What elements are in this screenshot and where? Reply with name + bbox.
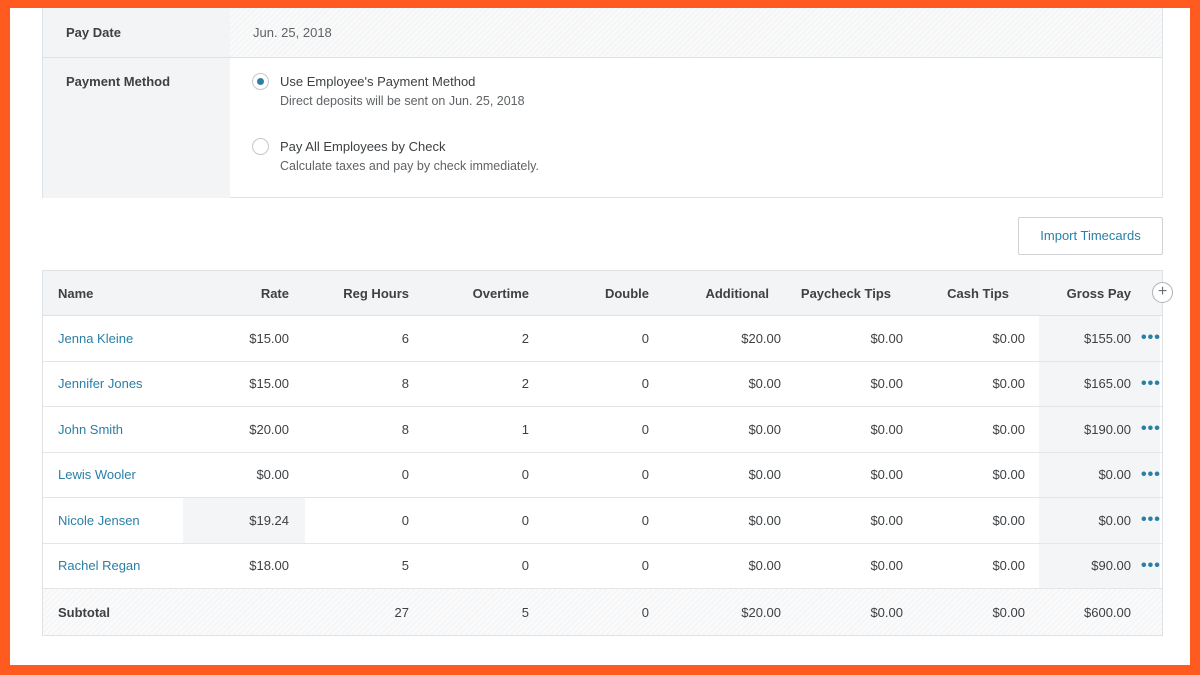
paycheck-tips-cell[interactable]: $0.00 (783, 453, 903, 498)
subtotal-gross-pay-cell: $600.00 (1084, 604, 1131, 620)
employee-name-link[interactable]: Jennifer Jones (58, 362, 208, 407)
import-timecards-button[interactable]: Import Timecards (1018, 217, 1163, 255)
option-title: Use Employee's Payment Method (280, 74, 476, 89)
subtotal-overtime-cell: 5 (521, 604, 529, 620)
subtotal-row: Subtotal 27 5 0 $20.00 $0.00 $0.00 $600.00 (43, 589, 1162, 635)
pay-date-value: Jun. 25, 2018 (230, 8, 1162, 57)
additional-cell[interactable]: $0.00 (673, 544, 781, 589)
rate-cell[interactable]: $0.00 (193, 453, 289, 498)
cash-tips-cell[interactable]: $0.00 (913, 362, 1025, 407)
double-cell[interactable]: 0 (553, 407, 649, 452)
option-description: Calculate taxes and pay by check immedia… (280, 159, 539, 173)
pay-info-card: Pay Date Jun. 25, 2018 Payment Method Us… (42, 8, 1163, 198)
table-row: John Smith $20.00 8 1 0 $0.00 $0.00 $0.00 $190.0… (43, 407, 1162, 453)
rate-cell[interactable]: $15.00 (193, 362, 289, 407)
cash-tips-cell[interactable]: $0.00 (913, 498, 1025, 543)
overtime-cell[interactable]: 0 (433, 453, 529, 498)
header-name: Name (58, 285, 94, 301)
radio-unselected-icon[interactable] (252, 138, 269, 155)
overtime-cell[interactable]: 0 (433, 498, 529, 543)
reg-hours-cell[interactable]: 0 (303, 453, 409, 498)
additional-cell[interactable]: $20.00 (673, 316, 781, 361)
double-cell[interactable]: 0 (553, 498, 649, 543)
employee-name-link[interactable]: Rachel Regan (58, 544, 208, 589)
plus-icon[interactable]: + (1152, 282, 1173, 303)
header-gross-pay: Gross Pay (1039, 271, 1160, 315)
paycheck-tips-cell[interactable]: $0.00 (783, 544, 903, 589)
radio-selected-icon[interactable] (252, 73, 269, 90)
table-row: Nicole Jensen $19.24 0 0 0 $0.00 $0.00 $0.00 $0.… (43, 498, 1162, 544)
table-header-row: Name Rate Reg Hours Overtime Double Addi… (43, 271, 1162, 316)
subtotal-paycheck-tips-cell: $0.00 (870, 604, 903, 620)
ellipsis-icon[interactable]: ••• (1141, 498, 1161, 543)
header-rate: Rate (260, 285, 289, 301)
paycheck-tips-cell[interactable]: $0.00 (783, 407, 903, 452)
overtime-cell[interactable]: 0 (433, 544, 529, 589)
header-paycheck-tips: Paycheck Tips (800, 285, 891, 301)
table-row: Jennifer Jones $15.00 8 2 0 $0.00 $0.00 $0.00 $1… (43, 361, 1162, 407)
table-row: Rachel Regan $18.00 5 0 0 $0.00 $0.00 $0.00 $90.… (43, 543, 1162, 589)
reg-hours-cell[interactable]: 8 (303, 407, 409, 452)
additional-cell[interactable]: $0.00 (673, 362, 781, 407)
header-overtime: Overtime (472, 285, 529, 301)
header-reg-hours: Reg Hours (343, 285, 409, 301)
employee-name-link[interactable]: Jenna Kleine (58, 316, 208, 361)
overtime-cell[interactable]: 2 (433, 362, 529, 407)
reg-hours-cell[interactable]: 6 (303, 316, 409, 361)
option-title: Pay All Employees by Check (280, 139, 446, 154)
rate-cell[interactable]: $15.00 (193, 316, 289, 361)
ellipsis-icon[interactable]: ••• (1141, 453, 1161, 498)
reg-hours-cell[interactable]: 8 (303, 362, 409, 407)
subtotal-reg-hours-cell: 27 (394, 604, 409, 620)
overtime-cell[interactable]: 1 (433, 407, 529, 452)
overtime-cell[interactable]: 2 (433, 316, 529, 361)
paycheck-tips-cell[interactable]: $0.00 (783, 316, 903, 361)
reg-hours-cell[interactable]: 0 (303, 498, 409, 543)
additional-cell[interactable]: $0.00 (673, 453, 781, 498)
payroll-table: Name Rate Reg Hours Overtime Double Addi… (42, 270, 1163, 636)
header-additional: Additional (705, 285, 769, 301)
cash-tips-cell[interactable]: $0.00 (913, 316, 1025, 361)
additional-cell[interactable]: $0.00 (673, 498, 781, 543)
rate-cell[interactable]: $19.24 (183, 498, 305, 543)
ellipsis-icon[interactable]: ••• (1141, 544, 1161, 589)
cash-tips-cell[interactable]: $0.00 (913, 544, 1025, 589)
cash-tips-cell[interactable]: $0.00 (913, 453, 1025, 498)
option-description: Direct deposits will be sent on Jun. 25,… (280, 94, 525, 108)
ellipsis-icon[interactable]: ••• (1141, 316, 1161, 361)
payment-method-options: Use Employee's Payment Method Direct dep… (230, 58, 1162, 198)
double-cell[interactable]: 0 (553, 362, 649, 407)
rate-cell[interactable]: $18.00 (193, 544, 289, 589)
employee-name-link[interactable]: John Smith (58, 407, 208, 452)
additional-cell[interactable]: $0.00 (673, 407, 781, 452)
rate-cell[interactable]: $20.00 (193, 407, 289, 452)
cash-tips-cell[interactable]: $0.00 (913, 407, 1025, 452)
table-row: Lewis Wooler $0.00 0 0 0 $0.00 $0.00 $0.00 $0.00… (43, 452, 1162, 498)
payment-method-label: Payment Method (43, 58, 230, 198)
employee-name-link[interactable]: Lewis Wooler (58, 453, 208, 498)
double-cell[interactable]: 0 (553, 316, 649, 361)
screenshot-frame: Pay Date Jun. 25, 2018 Payment Method Us… (10, 8, 1190, 665)
paycheck-tips-cell[interactable]: $0.00 (783, 498, 903, 543)
ellipsis-icon[interactable]: ••• (1141, 362, 1161, 407)
subtotal-label: Subtotal (58, 604, 110, 620)
pay-date-label: Pay Date (43, 8, 230, 57)
double-cell[interactable]: 0 (553, 453, 649, 498)
pay-date-row: Pay Date Jun. 25, 2018 (43, 8, 1162, 58)
subtotal-additional-cell: $20.00 (741, 604, 781, 620)
subtotal-double-cell: 0 (641, 604, 649, 620)
header-double: Double (604, 285, 649, 301)
double-cell[interactable]: 0 (553, 544, 649, 589)
payment-method-row: Payment Method Use Employee's Payment Me… (43, 58, 1162, 198)
subtotal-cash-tips-cell: $0.00 (992, 604, 1025, 620)
paycheck-tips-cell[interactable]: $0.00 (783, 362, 903, 407)
ellipsis-icon[interactable]: ••• (1141, 407, 1161, 452)
table-row: Jenna Kleine $15.00 6 2 0 $20.00 $0.00 $0.00 $15… (43, 316, 1162, 362)
reg-hours-cell[interactable]: 5 (303, 544, 409, 589)
header-cash-tips: Cash Tips (947, 285, 1009, 301)
